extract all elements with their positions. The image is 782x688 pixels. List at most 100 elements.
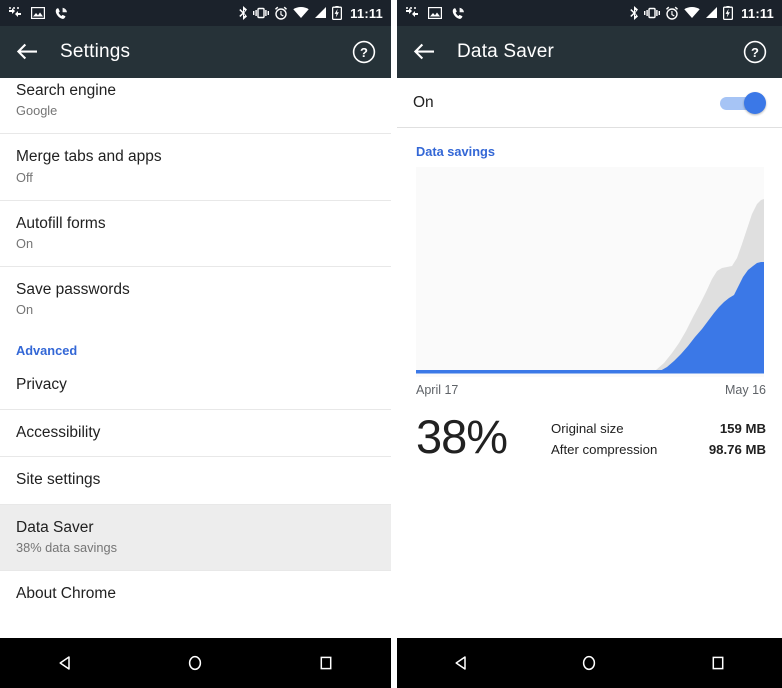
- vibrate-icon: [253, 7, 270, 19]
- stat-row-original-size: Original size 159 MB: [551, 421, 766, 436]
- svg-text:?: ?: [360, 45, 368, 60]
- settings-row-search-engine[interactable]: Search engine Google: [0, 78, 391, 135]
- stat-value: 159 MB: [719, 421, 766, 436]
- row-title: Accessibility: [16, 423, 101, 441]
- stat-value: 98.76 MB: [708, 442, 766, 457]
- settings-row-data-saver[interactable]: Data Saver 38% data savings: [0, 504, 391, 571]
- signal-icon: [315, 7, 327, 18]
- nav-home-icon: [583, 655, 596, 671]
- android-nav-bar-right: [397, 638, 782, 688]
- wifi-icon: [293, 7, 309, 18]
- bluetooth-icon: [239, 6, 248, 20]
- data-savings-header: Data savings: [416, 144, 495, 159]
- bluetooth-icon: [630, 6, 639, 20]
- status-bar-right: 11:11: [397, 0, 782, 26]
- settings-row-autofill-forms[interactable]: Autofill forms On: [0, 200, 391, 268]
- nav-recents-icon: [320, 656, 332, 670]
- nav-recents-button[interactable]: [303, 640, 349, 686]
- settings-list: Search engine Google Merge tabs and apps…: [0, 78, 391, 618]
- nav-back-icon: [455, 656, 466, 670]
- settings-row-site-settings[interactable]: Site settings: [0, 457, 391, 505]
- row-title: Data Saver: [16, 518, 94, 536]
- stat-label: Original size: [551, 421, 624, 436]
- data-savings-chart: [397, 167, 782, 377]
- data-saver-content: On Data savings April 17 May 16 38% Orig…: [397, 78, 782, 638]
- data-saver-toggle-row[interactable]: On: [397, 78, 782, 128]
- svg-text:?: ?: [751, 45, 759, 60]
- row-title: Site settings: [16, 471, 101, 489]
- battery-charging-icon: [332, 6, 343, 20]
- status-bar-right-icons: 11:11: [238, 6, 383, 21]
- nav-recents-button[interactable]: [695, 640, 741, 686]
- row-title: Merge tabs and apps: [16, 148, 162, 166]
- data-savings-area-chart: [416, 167, 764, 377]
- nav-back-button[interactable]: [42, 640, 88, 686]
- chart-axis-labels: April 17 May 16: [397, 377, 782, 397]
- nav-recents-icon: [712, 656, 724, 670]
- settings-screen: 11:11 Settings ? Search engine Google Me…: [0, 0, 391, 688]
- status-bar-right-icons: 11:11: [629, 6, 774, 21]
- status-bar-left-icons: [8, 7, 68, 20]
- nav-back-button[interactable]: [438, 640, 484, 686]
- status-bar-left-icons: [405, 7, 465, 20]
- row-title: Autofill forms: [16, 214, 106, 232]
- data-saver-switch[interactable]: [720, 91, 766, 114]
- data-saver-app-bar: Data Saver ?: [397, 26, 782, 78]
- page-title: Data Saver: [457, 41, 555, 62]
- nav-back-icon: [59, 656, 70, 670]
- data-transfer-icon: [406, 7, 418, 17]
- wifi-icon: [684, 7, 700, 18]
- settings-row-merge-tabs-and-apps[interactable]: Merge tabs and apps Off: [0, 134, 391, 201]
- data-saver-stats: 38% Original size 159 MB After compressi…: [397, 397, 782, 463]
- settings-list-container[interactable]: Search engine Google Merge tabs and apps…: [0, 78, 391, 638]
- row-subtitle: On: [16, 302, 34, 318]
- alarm-icon: [275, 6, 288, 20]
- back-button[interactable]: [14, 39, 40, 65]
- arrow-back-icon: [16, 43, 37, 60]
- settings-row-accessibility[interactable]: Accessibility: [0, 409, 391, 458]
- settings-row-save-passwords[interactable]: Save passwords On: [0, 267, 391, 333]
- help-button[interactable]: ?: [351, 39, 377, 65]
- image-icon: [31, 7, 45, 19]
- toggle-label: On: [413, 93, 434, 111]
- stat-row-after-compression: After compression 98.76 MB: [551, 442, 766, 457]
- help-button[interactable]: ?: [742, 39, 768, 65]
- section-header-advanced: Advanced: [0, 332, 391, 363]
- chart-baseline: [416, 370, 764, 374]
- settings-app-bar: Settings ?: [0, 26, 391, 78]
- nav-home-button[interactable]: [566, 640, 612, 686]
- alarm-icon: [666, 6, 679, 20]
- chart-axis-start-label: April 17: [416, 383, 459, 397]
- switch-thumb: [744, 91, 766, 114]
- data-saver-screen: 11:11 Data Saver ? On Data savings April…: [391, 0, 782, 688]
- back-button[interactable]: [411, 39, 437, 65]
- row-title: Privacy: [16, 376, 67, 394]
- chart-axis-end-label: May 16: [725, 383, 766, 397]
- status-bar-left: 11:11: [0, 0, 391, 26]
- vibrate-icon: [644, 7, 661, 19]
- phone-call-icon: [452, 7, 464, 19]
- battery-charging-icon: [723, 6, 734, 20]
- arrow-back-icon: [413, 43, 434, 60]
- row-title: Save passwords: [16, 281, 130, 299]
- page-title: Settings: [60, 41, 131, 62]
- status-bar-time: 11:11: [741, 5, 774, 21]
- row-title: About Chrome: [16, 584, 116, 602]
- stats-table: Original size 159 MB After compression 9…: [551, 405, 766, 463]
- help-circle-icon: ?: [352, 40, 376, 64]
- settings-row-privacy[interactable]: Privacy: [0, 362, 391, 410]
- savings-percentage: 38%: [416, 410, 508, 463]
- row-subtitle: On: [16, 236, 34, 252]
- image-icon: [428, 7, 442, 19]
- row-title: Search engine: [16, 82, 116, 99]
- row-subtitle: Google: [16, 103, 58, 119]
- nav-home-button[interactable]: [172, 640, 218, 686]
- stat-label: After compression: [551, 442, 658, 457]
- signal-icon: [706, 7, 718, 18]
- row-subtitle: Off: [16, 169, 33, 185]
- phone-call-icon: [55, 7, 67, 19]
- dual-screenshot-container: 11:11 Settings ? Search engine Google Me…: [0, 0, 782, 688]
- help-circle-icon: ?: [743, 40, 767, 64]
- settings-row-about-chrome[interactable]: About Chrome: [0, 570, 391, 618]
- data-transfer-icon: [9, 7, 21, 17]
